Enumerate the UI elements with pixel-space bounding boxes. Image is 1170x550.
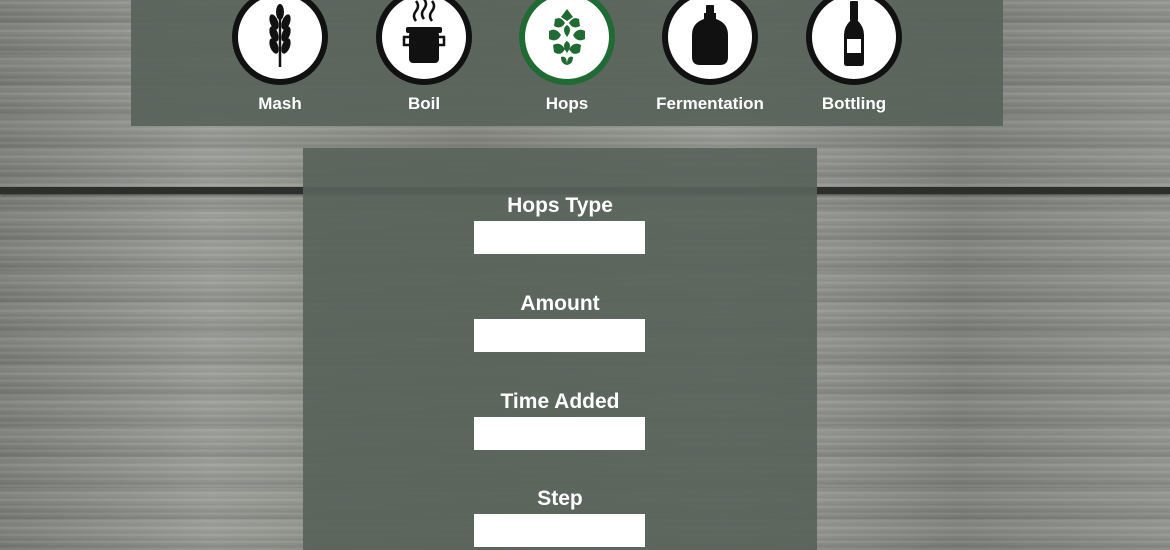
amount-input[interactable]	[474, 319, 645, 352]
nav-label-boil: Boil	[407, 94, 441, 113]
hops-form: Hops Type Amount Time Added Step	[303, 148, 817, 550]
hop-icon	[519, 0, 615, 85]
pot-icon	[376, 0, 472, 85]
nav-item-fermentation[interactable]: Fermentation	[640, 0, 780, 126]
nav-label-bottling: Bottling	[821, 94, 887, 113]
step-label: Step	[537, 487, 583, 510]
step-input[interactable]	[474, 514, 645, 547]
hops-type-input[interactable]	[474, 221, 645, 254]
nav-item-bottling[interactable]: Bottling	[784, 0, 924, 126]
nav-item-mash[interactable]: Mash	[210, 0, 350, 126]
nav-label-hops: Hops	[545, 94, 589, 113]
amount-label: Amount	[520, 292, 600, 315]
nav-label-mash: Mash	[258, 94, 302, 113]
nav-label-fermentation: Fermentation	[656, 94, 764, 113]
hops-type-label: Hops Type	[507, 194, 613, 217]
step-nav: Mash Boil Hops Fermentation Bottling	[131, 0, 1003, 126]
time-added-input[interactable]	[474, 417, 645, 450]
wheat-icon	[232, 0, 328, 85]
bottle-icon	[806, 0, 902, 85]
nav-item-boil[interactable]: Boil	[354, 0, 494, 126]
carboy-icon	[662, 0, 758, 85]
time-added-label: Time Added	[500, 390, 620, 413]
step-nav-panel: Mash Boil Hops Fermentation Bottling	[131, 0, 1003, 126]
nav-item-hops[interactable]: Hops	[497, 0, 637, 126]
